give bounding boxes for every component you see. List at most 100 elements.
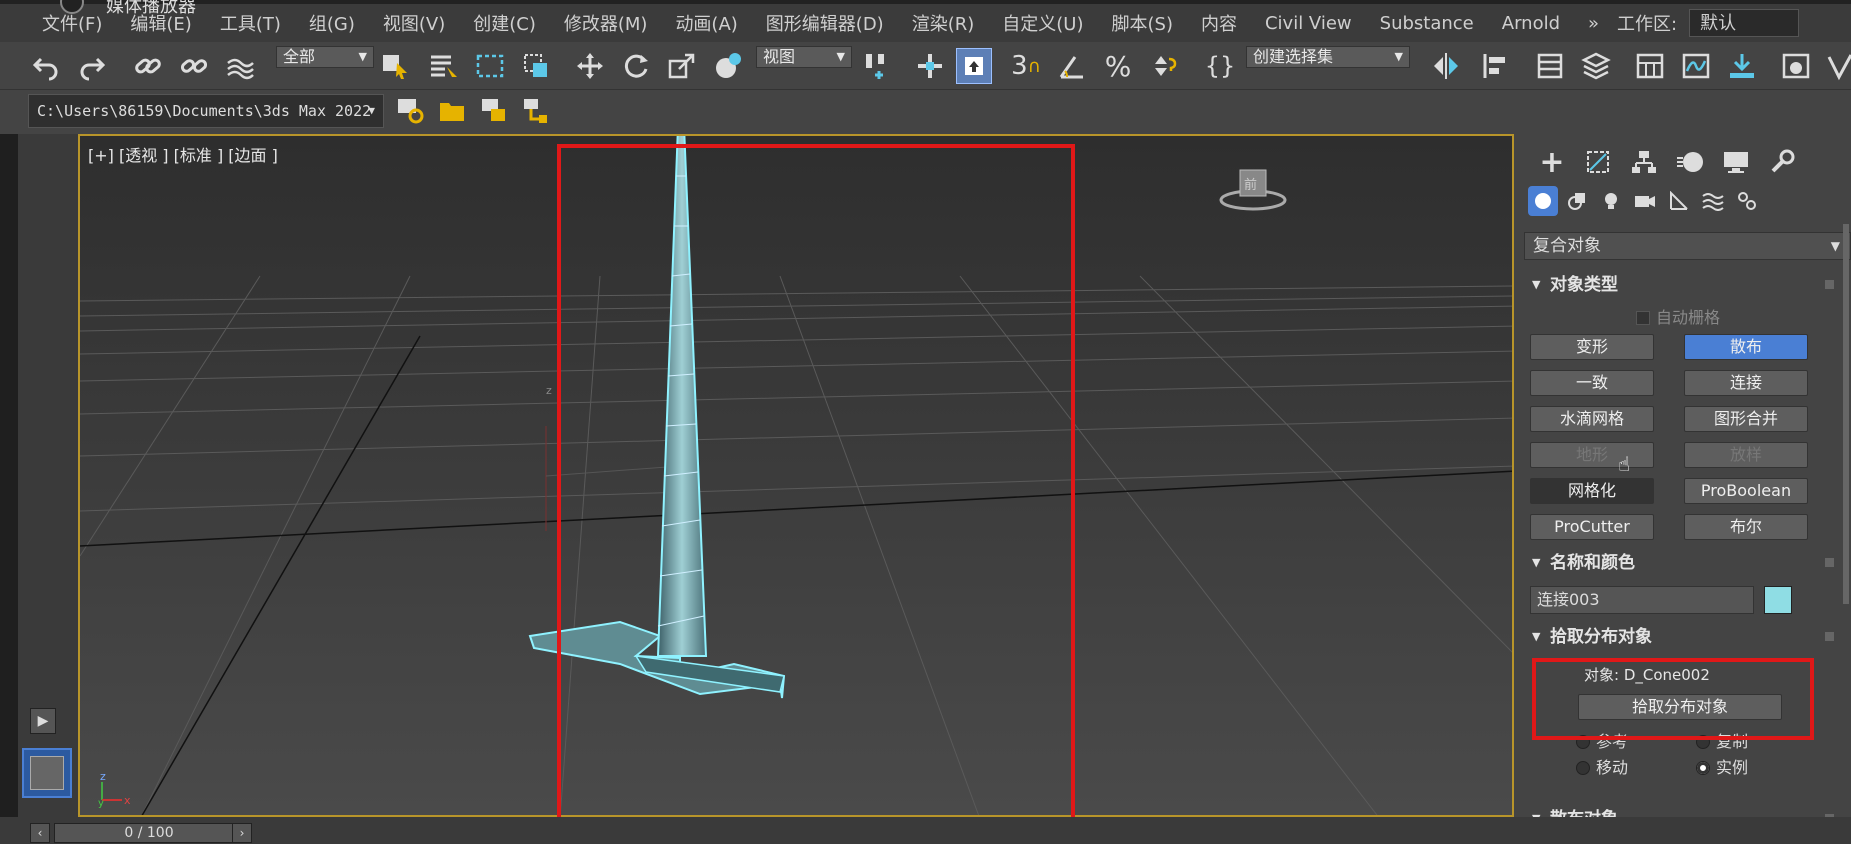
place-icon[interactable] xyxy=(710,48,746,84)
create-tab-icon[interactable]: + xyxy=(1536,145,1568,180)
conform-button[interactable]: 一致 xyxy=(1530,370,1654,396)
redo-icon[interactable] xyxy=(74,48,110,84)
blobmesh-button[interactable]: 水滴网格 xyxy=(1530,406,1654,432)
material-editor-icon[interactable] xyxy=(1778,48,1814,84)
project-folder-dropdown[interactable]: C:\Users\86159\Documents\3ds Max 2022 xyxy=(28,94,384,128)
panel-scrollbar[interactable] xyxy=(1843,224,1849,604)
angle-snap-icon[interactable] xyxy=(1054,48,1090,84)
terrain-button[interactable]: 地形 xyxy=(1530,442,1654,468)
scene-explorer-icon[interactable] xyxy=(1532,48,1568,84)
create-project-icon[interactable] xyxy=(476,92,512,128)
procutter-button[interactable]: ProCutter xyxy=(1530,514,1654,540)
menu-substance[interactable]: Substance xyxy=(1366,13,1488,34)
snaps-toggle-icon[interactable]: 3 ∩ xyxy=(1008,48,1044,84)
menu-views[interactable]: 视图(V) xyxy=(369,10,459,36)
keyboard-shortcut-override-icon[interactable] xyxy=(956,48,992,84)
object-color-swatch[interactable] xyxy=(1764,586,1792,614)
menu-create[interactable]: 创建(C) xyxy=(459,10,550,36)
edit-named-selection-icon[interactable]: {} xyxy=(1202,48,1238,84)
render-setup-icon[interactable] xyxy=(1822,48,1851,84)
time-slider[interactable]: 0 / 100 xyxy=(54,823,244,843)
object-type-rollout-header[interactable]: 对象类型 xyxy=(1524,270,1844,300)
snaps-label: 3 xyxy=(1011,51,1028,81)
mesher-button[interactable]: 网格化 xyxy=(1530,478,1654,504)
radio-move[interactable]: 移动 xyxy=(1576,754,1628,778)
select-by-name-icon[interactable] xyxy=(426,48,462,84)
workspace-dropdown[interactable]: 默认 xyxy=(1689,9,1800,37)
modify-tab-icon[interactable] xyxy=(1582,146,1614,178)
display-tab-icon[interactable] xyxy=(1720,146,1752,178)
menu-animation[interactable]: 动画(A) xyxy=(661,10,751,36)
undo-icon[interactable] xyxy=(28,48,64,84)
pivot-center-icon[interactable] xyxy=(858,48,894,84)
time-prev-icon[interactable]: ‹ xyxy=(30,823,50,843)
cameras-icon[interactable] xyxy=(1630,186,1660,216)
project-settings-icon[interactable] xyxy=(392,92,428,128)
reference-coord-dropdown[interactable]: 视图 xyxy=(756,46,852,68)
menu-customize[interactable]: 自定义(U) xyxy=(988,10,1097,36)
menu-content[interactable]: 内容 xyxy=(1187,10,1251,36)
boolean-button[interactable]: 布尔 xyxy=(1684,514,1808,540)
layer-explorer-icon[interactable] xyxy=(1578,48,1614,84)
menu-bar: 文件(F) 编辑(E) 工具(T) 组(G) 视图(V) 创建(C) 修改器(M… xyxy=(0,4,1851,42)
utilities-tab-icon[interactable] xyxy=(1766,146,1798,178)
selection-filter-dropdown[interactable]: 全部 xyxy=(276,46,374,68)
hierarchy-tab-icon[interactable] xyxy=(1628,146,1660,178)
systems-icon[interactable] xyxy=(1732,186,1762,216)
menu-tools[interactable]: 工具(T) xyxy=(206,10,295,36)
percent-snap-icon[interactable]: % xyxy=(1100,48,1136,84)
menu-overflow-icon[interactable]: » xyxy=(1574,13,1613,34)
schematic-view-icon[interactable] xyxy=(1724,48,1760,84)
helpers-icon[interactable] xyxy=(1664,186,1694,216)
window-crossing-icon[interactable] xyxy=(518,48,554,84)
object-category-dropdown[interactable]: 复合对象 xyxy=(1524,232,1851,260)
menu-group[interactable]: 组(G) xyxy=(295,10,369,36)
rotate-icon[interactable] xyxy=(618,48,654,84)
highlight-pick-section xyxy=(1532,658,1814,740)
pick-distribution-rollout-header[interactable]: 拾取分布对象 xyxy=(1524,622,1844,652)
mirror-icon[interactable] xyxy=(1428,48,1464,84)
shapemerge-button[interactable]: 图形合并 xyxy=(1684,406,1808,432)
autogrid-checkbox[interactable]: 自动栅格 xyxy=(1636,304,1720,328)
proboolean-button[interactable]: ProBoolean xyxy=(1684,478,1808,504)
shapes-icon[interactable] xyxy=(1562,186,1592,216)
named-selection-dropdown[interactable]: 创建选择集 xyxy=(1246,46,1410,68)
loft-button[interactable]: 放样 xyxy=(1684,442,1808,468)
name-color-rollout-header[interactable]: 名称和颜色 xyxy=(1524,548,1844,578)
lights-icon[interactable] xyxy=(1596,186,1626,216)
select-object-icon[interactable] xyxy=(378,48,414,84)
select-manipulate-icon[interactable] xyxy=(912,48,948,84)
create-subtabs xyxy=(1524,186,1851,218)
rect-selection-region-icon[interactable] xyxy=(472,48,508,84)
space-warps-icon[interactable] xyxy=(1698,186,1728,216)
time-next-icon[interactable]: › xyxy=(232,823,252,843)
open-project-folder-icon[interactable] xyxy=(434,92,470,128)
morph-button[interactable]: 变形 xyxy=(1530,334,1654,360)
svg-text:z: z xyxy=(100,770,106,783)
curve-editor-icon[interactable] xyxy=(1678,48,1714,84)
connect-button[interactable]: 连接 xyxy=(1684,370,1808,396)
menu-modifiers[interactable]: 修改器(M) xyxy=(550,10,662,36)
viewport-layout-thumb[interactable] xyxy=(22,748,72,798)
menu-rendering[interactable]: 渲染(R) xyxy=(898,10,989,36)
menu-civil-view[interactable]: Civil View xyxy=(1251,13,1366,34)
spinner-snap-icon[interactable] xyxy=(1146,48,1182,84)
move-icon[interactable] xyxy=(572,48,608,84)
bind-spacewarp-icon[interactable] xyxy=(222,48,258,84)
expand-arrow-icon[interactable]: ▶ xyxy=(30,708,56,734)
menu-arnold[interactable]: Arnold xyxy=(1488,13,1574,34)
scatter-button[interactable]: 散布 xyxy=(1684,334,1808,360)
project-structure-icon[interactable] xyxy=(518,92,554,128)
time-slider-bar: ‹ 0 / 100 › xyxy=(0,817,1851,844)
link-icon[interactable] xyxy=(130,48,166,84)
radio-instance[interactable]: 实例 xyxy=(1696,754,1748,778)
toggle-ribbon-icon[interactable] xyxy=(1632,48,1668,84)
motion-tab-icon[interactable] xyxy=(1674,146,1706,178)
object-name-field[interactable]: 连接003 xyxy=(1530,586,1754,614)
align-icon[interactable] xyxy=(1478,48,1514,84)
scale-icon[interactable] xyxy=(664,48,700,84)
menu-scripting[interactable]: 脚本(S) xyxy=(1098,10,1187,36)
menu-graph-editors[interactable]: 图形编辑器(D) xyxy=(752,10,898,36)
geometry-icon[interactable] xyxy=(1528,186,1558,216)
unlink-icon[interactable] xyxy=(176,48,212,84)
